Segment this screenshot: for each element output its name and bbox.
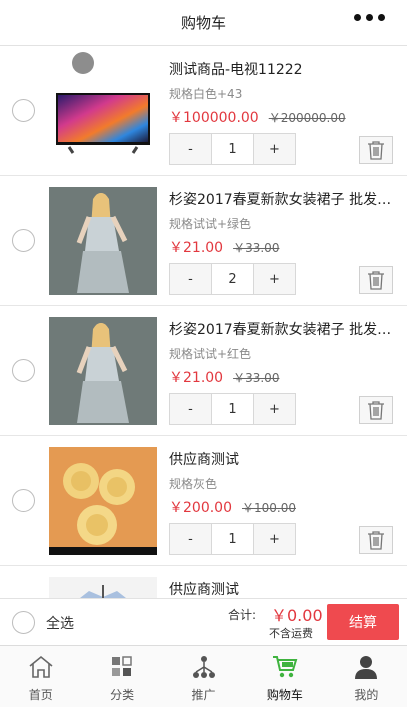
bottom-tab-bar: 首页 分类 推广 购物车 我的 [0, 645, 407, 707]
price-row: ￥21.00 ￥33.00 [169, 367, 395, 388]
trash-icon [368, 271, 384, 290]
increase-button[interactable]: + [253, 264, 295, 294]
item-info: 供应商测试 [169, 578, 395, 598]
product-name[interactable]: 供应商测试 [169, 578, 395, 598]
current-price: ￥200.00 [169, 500, 232, 516]
decrease-button[interactable]: - [170, 394, 212, 424]
product-name[interactable]: 杉姿2017春夏新款女装裙子 批发 一件代发 [169, 318, 395, 342]
trash-icon [368, 401, 384, 420]
original-price: ￥100.00 [242, 501, 296, 515]
product-image-cookies[interactable] [49, 447, 157, 555]
floating-indicator[interactable] [72, 52, 94, 74]
tab-home[interactable]: 首页 [0, 646, 81, 707]
price-row: ￥21.00 ￥33.00 [169, 237, 395, 258]
category-icon [109, 654, 135, 680]
current-price: ￥21.00 [169, 240, 224, 256]
home-icon [28, 654, 54, 680]
cart-item: 杉姿2017春夏新款女装裙子 批发 一件代发 规格试试+红色 ￥21.00 ￥33… [0, 306, 407, 436]
decrease-button[interactable]: - [170, 264, 212, 294]
trash-icon [368, 531, 384, 550]
select-all-label[interactable]: 全选 [46, 613, 74, 633]
cart-item: 杉姿2017春夏新款女装裙子 批发 一件代发 规格试试+绿色 ￥21.00 ￥33… [0, 176, 407, 306]
item-info: 杉姿2017春夏新款女装裙子 批发 一件代发 规格试试+红色 ￥21.00 ￥33… [169, 318, 395, 388]
tab-label: 我的 [354, 688, 379, 702]
price-row: ￥100000.00 ￥200000.00 [169, 107, 395, 128]
delete-button[interactable] [359, 526, 393, 554]
user-icon [353, 654, 379, 680]
dot [354, 14, 361, 21]
quantity-stepper: - 1 + [169, 133, 296, 165]
dot [378, 14, 385, 21]
tab-label: 分类 [110, 688, 135, 702]
delete-button[interactable] [359, 396, 393, 424]
cart-icon [272, 654, 298, 680]
tab-label: 首页 [28, 688, 53, 702]
product-name[interactable]: 供应商测试 [169, 448, 395, 472]
product-spec: 规格灰色 [169, 477, 218, 491]
decrease-button[interactable]: - [170, 524, 212, 554]
quantity-value[interactable]: 1 [212, 524, 253, 554]
delete-button[interactable] [359, 136, 393, 164]
product-name[interactable]: 测试商品-电视11222 [169, 58, 395, 82]
tab-profile[interactable]: 我的 [326, 646, 407, 707]
product-name[interactable]: 杉姿2017春夏新款女装裙子 批发 一件代发 [169, 188, 395, 212]
total-label: 合计: [228, 608, 257, 622]
item-select-radio[interactable] [12, 489, 35, 512]
tab-category[interactable]: 分类 [81, 646, 162, 707]
checkout-bar: 全选 合计: ￥0.00 不含运费 结算 [0, 598, 407, 645]
page-title: 购物车 [180, 14, 226, 32]
product-spec: 规格试试+绿色 [169, 217, 252, 231]
increase-button[interactable]: + [253, 524, 295, 554]
quantity-value[interactable]: 1 [212, 134, 253, 164]
product-spec: 规格白色+43 [169, 87, 243, 101]
original-price: ￥33.00 [233, 241, 280, 255]
price-row: ￥200.00 ￥100.00 [169, 497, 395, 518]
increase-button[interactable]: + [253, 394, 295, 424]
increase-button[interactable]: + [253, 134, 295, 164]
trash-icon [368, 141, 384, 160]
tab-cart[interactable]: 购物车 [244, 646, 325, 707]
item-info: 供应商测试 规格灰色 ￥200.00 ￥100.00 [169, 448, 395, 518]
item-select-radio[interactable] [12, 359, 35, 382]
decrease-button[interactable]: - [170, 134, 212, 164]
cart-item: 测试商品-电视11222 规格白色+43 ￥100000.00 ￥200000.0… [0, 46, 407, 176]
dot [366, 14, 373, 21]
quantity-stepper: - 1 + [169, 393, 296, 425]
total-amount: ￥0.00 [271, 606, 323, 625]
quantity-stepper: - 2 + [169, 263, 296, 295]
tab-promote[interactable]: 推广 [163, 646, 244, 707]
item-info: 测试商品-电视11222 规格白色+43 ￥100000.00 ￥200000.0… [169, 58, 395, 128]
quantity-value[interactable]: 2 [212, 264, 253, 294]
select-all-radio[interactable] [12, 611, 35, 634]
quantity-value[interactable]: 1 [212, 394, 253, 424]
tab-label: 推广 [191, 688, 216, 702]
item-info: 杉姿2017春夏新款女装裙子 批发 一件代发 规格试试+绿色 ￥21.00 ￥33… [169, 188, 395, 258]
top-nav-bar: 购物车 [0, 0, 407, 46]
cart-item-list[interactable]: 测试商品-电视11222 规格白色+43 ￥100000.00 ￥200000.0… [0, 46, 407, 598]
original-price: ￥200000.00 [268, 111, 346, 125]
item-select-radio[interactable] [12, 229, 35, 252]
product-spec: 规格试试+红色 [169, 347, 252, 361]
original-price: ￥33.00 [233, 371, 280, 385]
current-price: ￥100000.00 [169, 110, 259, 126]
cart-item: 供应商测试 [0, 566, 407, 598]
promote-icon [191, 654, 217, 680]
product-image-dress[interactable] [49, 317, 157, 425]
product-image-dress[interactable] [49, 187, 157, 295]
cart-item: 供应商测试 规格灰色 ￥200.00 ￥100.00 - 1 + [0, 436, 407, 566]
tab-label: 购物车 [266, 688, 303, 702]
shipping-note: 不含运费 [269, 627, 313, 640]
product-image-shirt[interactable] [49, 577, 157, 598]
current-price: ￥21.00 [169, 370, 224, 386]
product-image-tv[interactable] [49, 57, 157, 165]
item-select-radio[interactable] [12, 99, 35, 122]
checkout-button[interactable]: 结算 [327, 604, 399, 640]
delete-button[interactable] [359, 266, 393, 294]
more-dots-icon[interactable] [354, 14, 385, 21]
quantity-stepper: - 1 + [169, 523, 296, 555]
